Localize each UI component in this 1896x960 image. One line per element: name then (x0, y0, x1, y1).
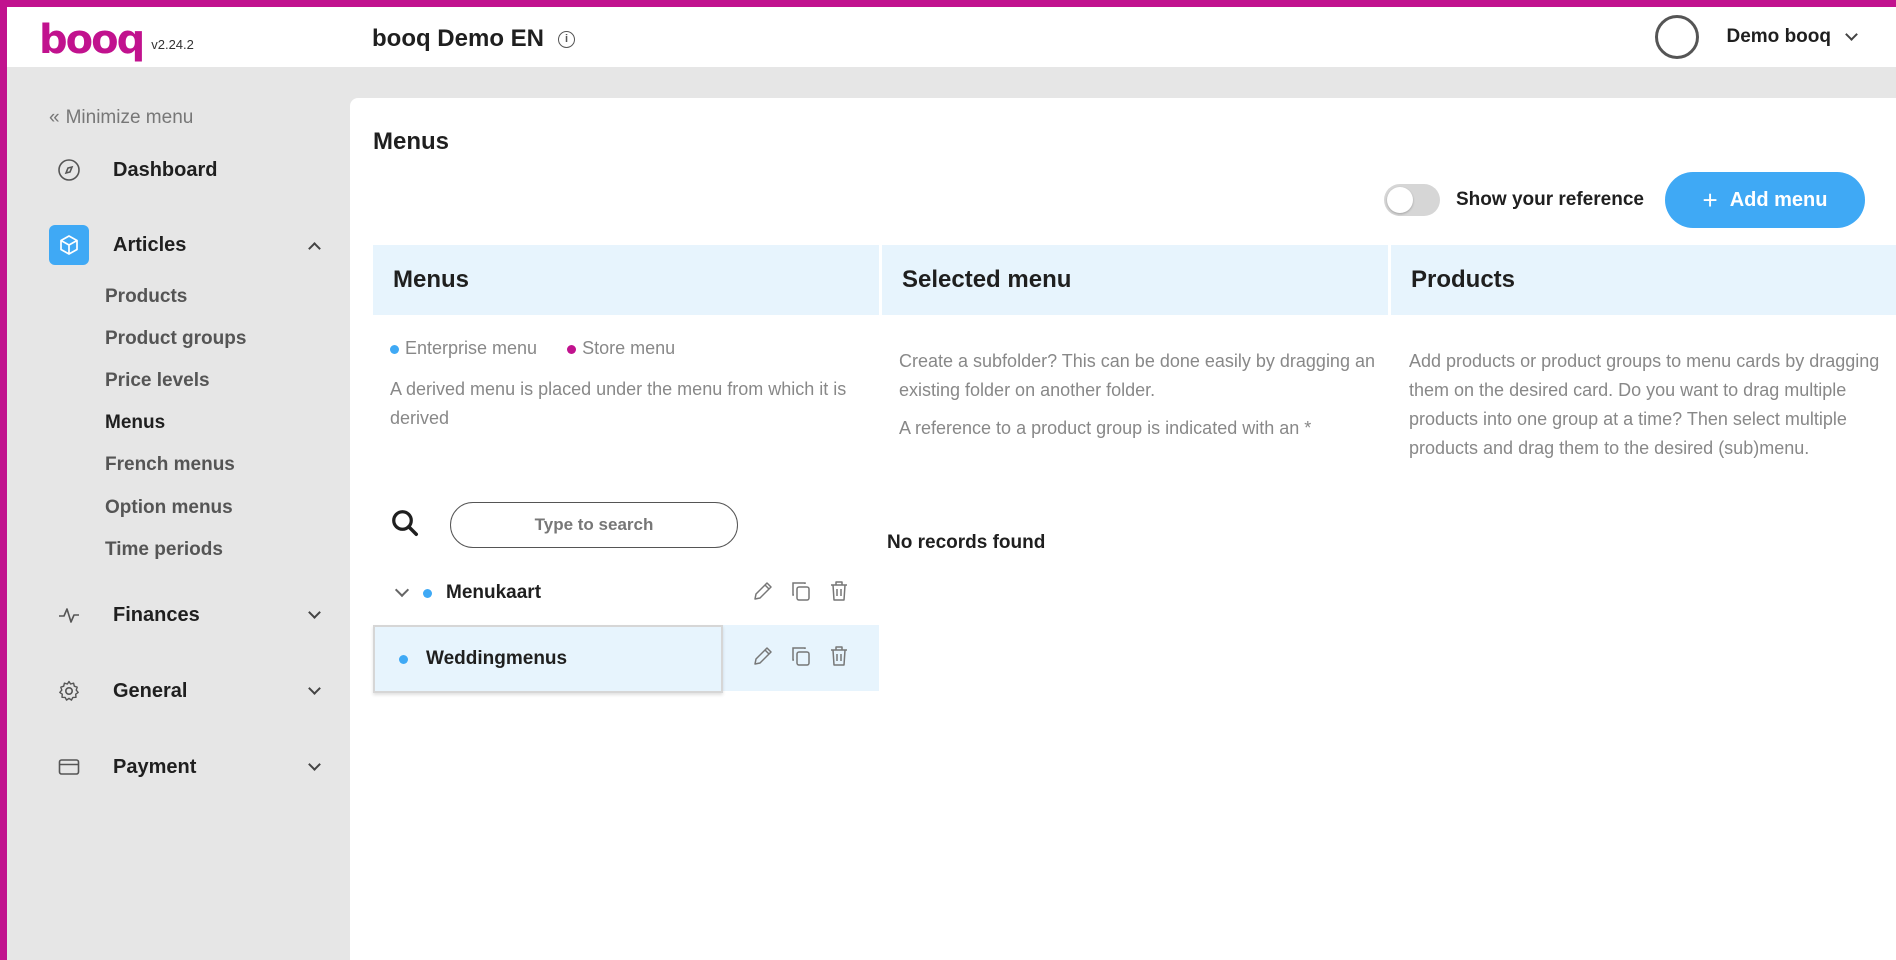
menu-name: Weddingmenus (426, 648, 568, 669)
sidebar-subitem-time-periods[interactable]: Time periods (105, 539, 223, 561)
copy-icon[interactable] (789, 644, 813, 673)
logo-text: booq (39, 17, 145, 63)
sidebar-item-label: Payment (113, 755, 197, 778)
sidebar-item-articles[interactable]: Articles (49, 225, 327, 265)
pulse-icon (49, 595, 89, 635)
add-menu-button[interactable]: + Add menu (1665, 172, 1865, 228)
search-icon (390, 508, 420, 543)
menus-column-header: Menus (373, 245, 879, 315)
copy-icon[interactable] (789, 579, 813, 608)
user-name: Demo booq (1726, 26, 1832, 47)
add-menu-label: Add menu (1729, 188, 1828, 211)
sidebar-item-label: Finances (113, 603, 200, 626)
products-column-header: Products (1391, 245, 1896, 315)
chevron-down-icon (308, 605, 321, 619)
sidebar-subitem-products[interactable]: Products (105, 286, 187, 308)
chevron-down-icon (308, 681, 321, 695)
gear-icon (49, 671, 89, 711)
menu-row-weddingmenus[interactable]: Weddingmenus (373, 625, 879, 693)
show-reference-control: Show your reference (1384, 184, 1644, 216)
reference-hint: A reference to a product group is indica… (899, 418, 1312, 438)
logo[interactable]: booq v2.24.2 (39, 17, 194, 63)
row-actions (751, 644, 851, 673)
edit-icon[interactable] (751, 579, 775, 608)
menu-search (390, 502, 738, 548)
sidebar-item-label: Dashboard (113, 158, 218, 181)
double-chevron-left-icon: « (49, 107, 60, 128)
card-icon (49, 747, 89, 787)
legend-store: Store menu (567, 338, 675, 359)
sidebar: « Minimize menu Dashboard Articles Produ… (7, 67, 350, 960)
trash-icon[interactable] (827, 644, 851, 673)
enterprise-dot-icon (390, 344, 399, 354)
chevron-down-icon[interactable] (394, 582, 410, 598)
sidebar-subitem-french-menus[interactable]: French menus (105, 454, 235, 476)
sidebar-subitem-menus[interactable]: Menus (105, 412, 165, 434)
store-dot-icon (567, 344, 577, 354)
menu-name: Menukaart (446, 582, 542, 603)
sidebar-item-general[interactable]: General (49, 671, 327, 711)
sidebar-subitem-option-menus[interactable]: Option menus (105, 497, 233, 519)
no-records-message: No records found (887, 532, 1046, 553)
top-bar: booq v2.24.2 booq Demo EN i Demo booq (7, 7, 1896, 67)
trash-icon[interactable] (827, 579, 851, 608)
avatar[interactable] (1654, 15, 1699, 59)
edit-icon[interactable] (751, 644, 775, 673)
sidebar-item-label: Articles (113, 233, 187, 256)
page-title: Menus (373, 128, 450, 155)
chevron-down-icon (1845, 27, 1858, 41)
products-description: Add products or product groups to menu c… (1409, 351, 1880, 458)
chevron-up-icon (308, 241, 321, 255)
company-name: booq Demo EN (372, 25, 544, 52)
sidebar-item-dashboard[interactable]: Dashboard (49, 150, 327, 190)
sidebar-item-finances[interactable]: Finances (49, 595, 327, 635)
row-actions (751, 579, 851, 608)
selected-menu-item[interactable]: Weddingmenus (373, 625, 723, 693)
user-menu[interactable]: Demo booq (1654, 15, 1858, 59)
app-version: v2.24.2 (151, 36, 194, 52)
search-input[interactable] (450, 502, 738, 548)
sidebar-item-label: General (113, 679, 188, 702)
minimize-menu-button[interactable]: « Minimize menu (49, 107, 193, 129)
chevron-down-icon (308, 757, 321, 771)
plus-icon: + (1702, 185, 1718, 215)
sidebar-subitem-product-groups[interactable]: Product groups (105, 328, 246, 350)
sidebar-item-payment[interactable]: Payment (49, 747, 327, 787)
menus-description: A derived menu is placed under the menu … (390, 379, 847, 428)
enterprise-dot-icon (399, 654, 408, 664)
enterprise-dot-icon (423, 588, 432, 598)
menu-type-legend: Enterprise menu Store menu (390, 338, 675, 359)
minimize-menu-label: Minimize menu (65, 107, 194, 128)
sidebar-subitem-price-levels[interactable]: Price levels (105, 370, 210, 392)
company-title: booq Demo EN i (372, 25, 575, 53)
selected-menu-column-header: Selected menu (882, 245, 1388, 315)
selected-menu-description: Create a subfolder? This can be done eas… (899, 351, 1375, 400)
show-reference-label: Show your reference (1456, 189, 1644, 210)
legend-enterprise: Enterprise menu (390, 338, 537, 359)
menu-row-menukaart[interactable]: Menukaart (373, 561, 879, 625)
main-panel: Menus Show your reference + Add menu Men… (350, 98, 1896, 960)
info-icon[interactable]: i (558, 30, 575, 48)
show-reference-toggle[interactable] (1384, 184, 1440, 216)
box-icon (49, 225, 89, 265)
compass-icon (49, 150, 89, 190)
